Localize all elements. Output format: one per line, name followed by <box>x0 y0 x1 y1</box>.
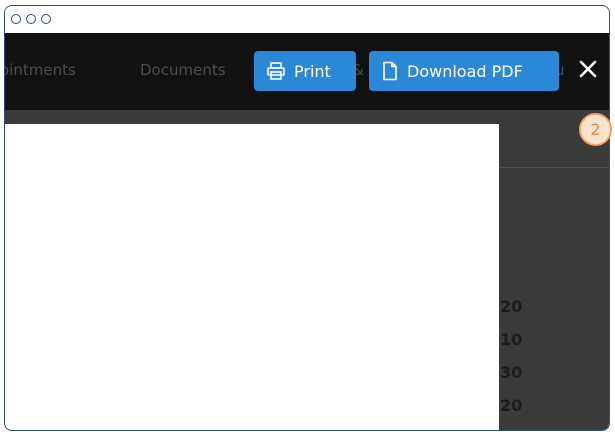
step-callout-badge: 2 <box>579 113 612 146</box>
document-icon <box>381 61 399 81</box>
close-icon <box>579 60 597 82</box>
amount-column: 20 10 30 20 <box>500 290 522 422</box>
window-control-dot[interactable] <box>41 14 51 24</box>
window-control-dot[interactable] <box>11 14 21 24</box>
top-toolbar: ointments Documents & u Print Download P <box>5 33 609 110</box>
print-button[interactable]: Print <box>254 51 356 91</box>
tab-documents[interactable]: Documents <box>140 61 226 79</box>
amount-value: 30 <box>500 363 523 382</box>
amount-value: 20 <box>500 297 523 316</box>
close-button[interactable] <box>575 58 601 84</box>
amount-value: 20 <box>500 396 523 415</box>
amount-value: 10 <box>500 330 523 349</box>
download-pdf-label: Download PDF <box>407 61 523 81</box>
printer-icon <box>266 61 286 81</box>
window-titlebar <box>5 6 609 33</box>
download-pdf-button[interactable]: Download PDF <box>369 51 559 91</box>
print-button-label: Print <box>294 61 331 81</box>
tab-appointments[interactable]: ointments <box>5 61 76 79</box>
window-control-dot[interactable] <box>26 14 36 24</box>
document-page <box>5 124 499 430</box>
document-preview-area[interactable]: 20 10 30 20 <box>5 110 609 430</box>
app-window: ointments Documents & u Print Download P <box>4 5 610 431</box>
